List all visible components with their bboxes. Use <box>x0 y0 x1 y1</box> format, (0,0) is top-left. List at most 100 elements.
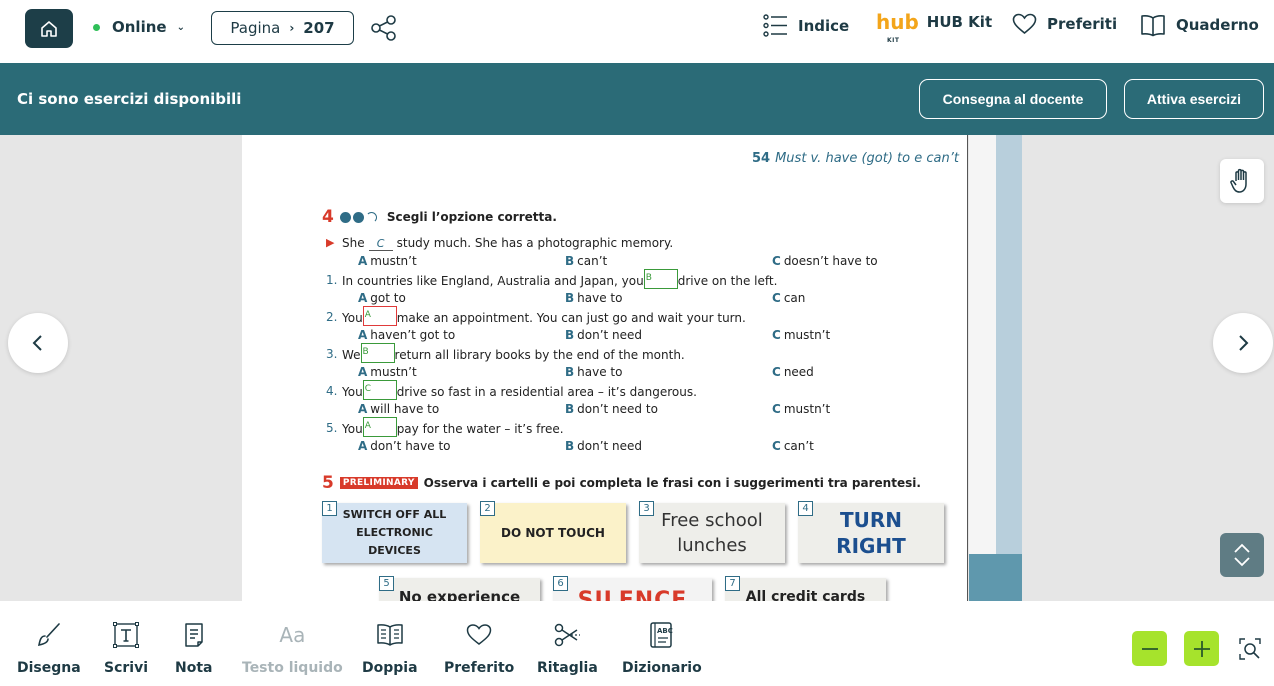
preferiti-label: Preferiti <box>1047 15 1118 33</box>
option-a: Adon’t have to <box>358 439 451 453</box>
answer-field-wrong[interactable]: A <box>362 306 397 326</box>
chevron-up-down-icon <box>1234 543 1250 567</box>
sign-3: 3 Free school lunches <box>639 501 785 563</box>
option-c: Cneed <box>772 365 814 379</box>
heart-icon <box>466 619 492 651</box>
attiva-esercizi-button[interactable]: Attiva esercizi <box>1124 79 1264 119</box>
next-page-preview <box>996 135 1022 601</box>
sign-6: 6 SILENCE <box>553 576 712 601</box>
chapter-number: 54 <box>752 151 771 166</box>
list-icon <box>763 14 787 37</box>
share-button[interactable] <box>370 15 398 45</box>
chevron-down-icon: ⌄ <box>176 21 185 33</box>
scissors-icon <box>553 619 581 651</box>
question-4: 4. You Cdrive so fast in a residential ar… <box>326 380 697 401</box>
scroll-mode-button[interactable] <box>1220 533 1264 577</box>
brush-icon <box>35 619 63 651</box>
previous-page-button[interactable] <box>8 313 68 373</box>
sign-4: 4 TURN RIGHT <box>798 501 944 563</box>
next-page-button[interactable] <box>1213 313 1273 373</box>
chevron-right-icon: › <box>289 21 295 35</box>
answer-field[interactable]: B <box>643 269 678 289</box>
tool-nota[interactable]: Nota <box>175 619 212 676</box>
example-answer: C <box>368 237 393 251</box>
option-a: Amustn’t <box>358 365 417 379</box>
hubkit-button[interactable]: hub KIT HUB Kit <box>876 10 993 44</box>
heart-icon <box>1012 13 1037 35</box>
tool-disegna[interactable]: Disegna <box>17 619 81 676</box>
option-c: Cmustn’t <box>772 402 831 416</box>
chevron-right-icon <box>1239 335 1249 351</box>
answer-field[interactable]: A <box>362 417 397 437</box>
hand-icon <box>1230 168 1247 193</box>
zoom-out-button[interactable] <box>1132 631 1167 666</box>
tool-dizionario[interactable]: ABC Dizionario <box>622 619 702 676</box>
exercise-5-title: 5 PRELIMINARY Osserva i cartelli e poi c… <box>322 473 921 493</box>
question-2: 2. You Amake an appointment. You can just… <box>326 306 746 327</box>
preferiti-button[interactable]: Preferiti <box>1012 13 1117 35</box>
quaderno-button[interactable]: Quaderno <box>1140 13 1259 37</box>
status-label: Online <box>112 18 167 36</box>
preliminary-tag: PRELIMINARY <box>339 477 418 489</box>
quaderno-label: Quaderno <box>1176 16 1259 34</box>
tool-scrivi[interactable]: Scrivi <box>104 619 148 676</box>
book-page: 54 Must v. have (got) to e can’t 4 Scegli… <box>242 135 968 601</box>
difficulty-indicator <box>339 211 379 223</box>
page-label: Pagina <box>230 19 281 37</box>
home-button[interactable] <box>25 9 73 48</box>
chapter-title: Must v. have (got) to e can’t <box>775 151 959 166</box>
page-navigator[interactable]: Pagina › 207 <box>211 11 354 45</box>
exercise-instruction: Osserva i cartelli e poi completa le fra… <box>423 476 921 490</box>
page-number: 207 <box>303 19 335 37</box>
tool-preferito[interactable]: Preferito <box>444 619 514 676</box>
banner-message: Ci sono esercizi disponibili <box>17 90 242 108</box>
question-5: 5. You Apay for the water – it’s free. <box>326 417 564 438</box>
example-sentence: ▶ She Cstudy much. She has a photographic… <box>326 236 674 251</box>
online-status-dropdown[interactable]: Online ⌄ <box>93 18 185 36</box>
sign-5: 5 No experience <box>379 576 540 601</box>
consegna-docente-button[interactable]: Consegna al docente <box>919 79 1107 119</box>
top-bar: Online ⌄ Pagina › 207 Indice hub KIT HUB … <box>0 0 1274 63</box>
option-b: Bhave to <box>565 365 623 379</box>
option-c: Cmustn’t <box>772 328 831 342</box>
question-1: 1. In countries like England, Australia … <box>326 269 777 290</box>
tool-testo-liquido[interactable]: Aa Testo liquido <box>242 619 343 676</box>
option-b: Bhave to <box>565 291 623 305</box>
next-page-preview-block <box>969 554 1022 601</box>
option-a: Ahaven’t got to <box>358 328 456 342</box>
exercise-instruction: Scegli l’opzione corretta. <box>386 210 557 224</box>
status-dot <box>93 23 100 31</box>
page-edge <box>969 135 996 601</box>
hubkit-label: HUB Kit <box>926 13 993 31</box>
option-a: Awill have to <box>358 402 440 416</box>
indice-label: Indice <box>798 16 850 35</box>
zoom-search-button[interactable] <box>1238 637 1262 665</box>
option-c: Ccan <box>772 291 806 305</box>
exercise-number: 4 <box>322 207 334 227</box>
note-icon <box>181 619 207 651</box>
exercise-banner: Ci sono esercizi disponibili Consegna al… <box>0 63 1274 135</box>
zoom-in-button[interactable] <box>1184 631 1219 666</box>
option-a: Amustn’t <box>358 254 417 268</box>
dictionary-icon: ABC <box>648 619 676 651</box>
answer-field[interactable]: C <box>362 380 397 400</box>
sign-7: 7 All credit cards <box>725 576 886 601</box>
tool-ritaglia[interactable]: Ritaglia <box>537 619 598 676</box>
option-b: Bdon’t need to <box>565 402 658 416</box>
text-box-icon <box>112 619 140 651</box>
option-b: Bdon’t need <box>565 328 643 342</box>
question-3: 3. We Breturn all library books by the en… <box>326 343 685 364</box>
exercise-4-title: 4 Scegli l’opzione corretta. <box>322 207 557 227</box>
option-b: Bdon’t need <box>565 439 643 453</box>
zoom-search-icon <box>1239 638 1261 660</box>
font-size-icon: Aa <box>279 623 306 647</box>
book-viewer: 54 Must v. have (got) to e can’t 4 Scegli… <box>0 135 1274 601</box>
chevron-left-icon <box>32 335 42 351</box>
hub-kit-logo: hub KIT <box>876 10 919 44</box>
pan-tool-button[interactable] <box>1220 159 1264 203</box>
indice-button[interactable]: Indice <box>763 13 849 38</box>
chapter-reference: 54 Must v. have (got) to e can’t <box>752 151 959 166</box>
answer-field[interactable]: B <box>360 343 395 363</box>
tool-doppia[interactable]: Doppia <box>362 619 418 676</box>
share-icon <box>371 15 396 41</box>
